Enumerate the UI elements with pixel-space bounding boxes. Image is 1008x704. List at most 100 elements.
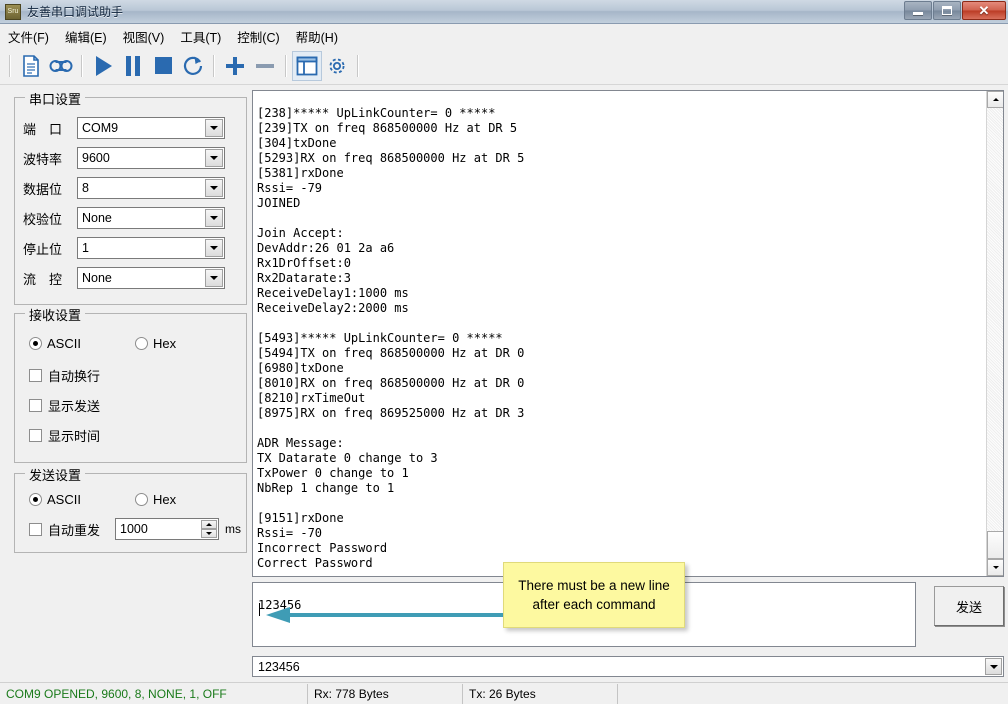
- chevron-down-icon[interactable]: [205, 209, 223, 227]
- show-send-label: 显示发送: [48, 399, 101, 414]
- port-combo[interactable]: COM9: [77, 117, 225, 139]
- auto-wrap-checkbox[interactable]: 自动换行: [29, 366, 100, 385]
- status-bar: COM9 OPENED, 9600, 8, NONE, 1, OFF Rx: 7…: [0, 682, 1008, 704]
- send-hex-radio[interactable]: Hex: [135, 492, 176, 507]
- document-icon: [21, 54, 41, 77]
- refresh-icon: [182, 55, 204, 77]
- status-connection: COM9 OPENED, 9600, 8, NONE, 1, OFF: [0, 683, 308, 704]
- pause-button[interactable]: [118, 51, 148, 81]
- resend-interval-spinner[interactable]: 1000: [115, 518, 219, 540]
- maximize-icon: [942, 6, 952, 15]
- terminal-vertical-scrollbar[interactable]: [986, 91, 1003, 576]
- title-bar: 友善串口调试助手 ✕: [0, 0, 1008, 24]
- menu-edit[interactable]: 编辑(E): [57, 25, 115, 48]
- receive-output-area[interactable]: [238]***** UpLinkCounter= 0 ***** [239]T…: [252, 90, 1004, 577]
- toggle-panel-button[interactable]: [292, 50, 322, 81]
- chevron-down-icon[interactable]: [205, 239, 223, 257]
- receive-hex-label: Hex: [153, 336, 177, 351]
- send-history-combo[interactable]: 123456: [252, 656, 1004, 677]
- maximize-button[interactable]: [933, 1, 961, 20]
- chevron-down-icon[interactable]: [205, 179, 223, 197]
- new-document-button[interactable]: [16, 51, 46, 81]
- start-button[interactable]: [88, 51, 118, 81]
- stop-bits-value: 1: [82, 241, 89, 255]
- window-controls: ✕: [904, 1, 1006, 20]
- data-bits-combo[interactable]: 8: [77, 177, 225, 199]
- toolbar-separator-4: [357, 54, 359, 77]
- pause-icon: [124, 55, 142, 77]
- close-button[interactable]: ✕: [962, 1, 1006, 20]
- spinner-down-icon[interactable]: [201, 529, 217, 538]
- stop-bits-combo[interactable]: 1: [77, 237, 225, 259]
- radio-off-icon: [135, 337, 148, 350]
- tape-record-icon: [49, 59, 73, 73]
- menu-control[interactable]: 控制(C): [229, 25, 287, 48]
- scrollbar-track[interactable]: [987, 108, 1003, 559]
- send-button[interactable]: 发送: [934, 586, 1004, 626]
- field-baud-rate: 波特率 9600: [15, 146, 225, 170]
- baud-rate-label: 波特率: [23, 151, 63, 167]
- send-input-value: 123456: [258, 598, 302, 612]
- menu-view[interactable]: 视图(V): [115, 25, 173, 48]
- auto-resend-label: 自动重发: [48, 523, 101, 538]
- receive-ascii-label: ASCII: [47, 336, 81, 351]
- resend-interval-row: 1000 ms: [115, 518, 241, 540]
- checkbox-off-icon: [29, 369, 42, 382]
- settings-button[interactable]: [322, 51, 352, 81]
- field-stop-bits: 停止位 1: [15, 236, 225, 260]
- remove-button[interactable]: [250, 51, 280, 81]
- show-time-checkbox[interactable]: 显示时间: [29, 426, 100, 445]
- record-log-button[interactable]: [46, 51, 76, 81]
- flow-control-combo[interactable]: None: [77, 267, 225, 289]
- scroll-down-icon[interactable]: [987, 559, 1003, 576]
- stop-icon: [153, 55, 173, 77]
- radio-on-icon: [29, 493, 42, 506]
- spinner-buttons[interactable]: [201, 520, 217, 538]
- data-bits-label: 数据位: [23, 181, 63, 197]
- parity-label: 校验位: [23, 211, 63, 227]
- scrollbar-thumb[interactable]: [987, 531, 1003, 559]
- serial-settings-title: 串口设置: [25, 89, 86, 108]
- settings-panel: 串口设置 端 口 COM9 波特率 9600 数据位 8 校验位 None 停止…: [4, 88, 247, 656]
- receive-hex-radio[interactable]: Hex: [135, 336, 176, 351]
- baud-rate-combo[interactable]: 9600: [77, 147, 225, 169]
- send-ascii-label: ASCII: [47, 492, 81, 507]
- send-history-value: 123456: [258, 659, 300, 674]
- toolbar-separator-1: [81, 54, 83, 77]
- chevron-down-icon[interactable]: [205, 269, 223, 287]
- parity-value: None: [82, 211, 112, 225]
- auto-resend-checkbox[interactable]: 自动重发: [29, 520, 100, 539]
- auto-wrap-label: 自动换行: [48, 369, 101, 384]
- menu-tools[interactable]: 工具(T): [172, 25, 229, 48]
- menu-bar: 文件(F) 编辑(E) 视图(V) 工具(T) 控制(C) 帮助(H): [0, 25, 1008, 47]
- menu-file[interactable]: 文件(F): [0, 25, 57, 48]
- stop-button[interactable]: [148, 51, 178, 81]
- window-title: 友善串口调试助手: [27, 5, 124, 19]
- minimize-button[interactable]: [904, 1, 932, 20]
- toolbar-grip: [9, 54, 11, 77]
- plus-icon: [224, 55, 246, 77]
- receive-ascii-radio[interactable]: ASCII: [29, 336, 81, 351]
- parity-combo[interactable]: None: [77, 207, 225, 229]
- add-button[interactable]: [220, 51, 250, 81]
- show-send-checkbox[interactable]: 显示发送: [29, 396, 100, 415]
- receive-settings-group: 接收设置 ASCII Hex 自动换行 显示发送 显示时间: [14, 305, 247, 463]
- send-hex-label: Hex: [153, 492, 177, 507]
- reset-button[interactable]: [178, 51, 208, 81]
- field-data-bits: 数据位 8: [15, 176, 225, 200]
- field-port: 端 口 COM9: [15, 116, 225, 140]
- chevron-down-icon[interactable]: [205, 119, 223, 137]
- scroll-up-icon[interactable]: [987, 91, 1003, 108]
- spinner-up-icon[interactable]: [201, 520, 217, 529]
- annotation-line-1: There must be a new line: [518, 578, 670, 593]
- send-ascii-radio[interactable]: ASCII: [29, 492, 81, 507]
- minus-icon: [254, 55, 276, 77]
- close-icon: ✕: [978, 3, 990, 18]
- status-rx-bytes: Rx: 778 Bytes: [308, 683, 463, 704]
- annotation-line-2: after each command: [532, 597, 656, 612]
- chevron-down-icon[interactable]: [985, 658, 1002, 675]
- menu-help[interactable]: 帮助(H): [288, 25, 346, 48]
- stop-bits-label: 停止位: [23, 241, 63, 257]
- show-time-label: 显示时间: [48, 429, 101, 444]
- chevron-down-icon[interactable]: [205, 149, 223, 167]
